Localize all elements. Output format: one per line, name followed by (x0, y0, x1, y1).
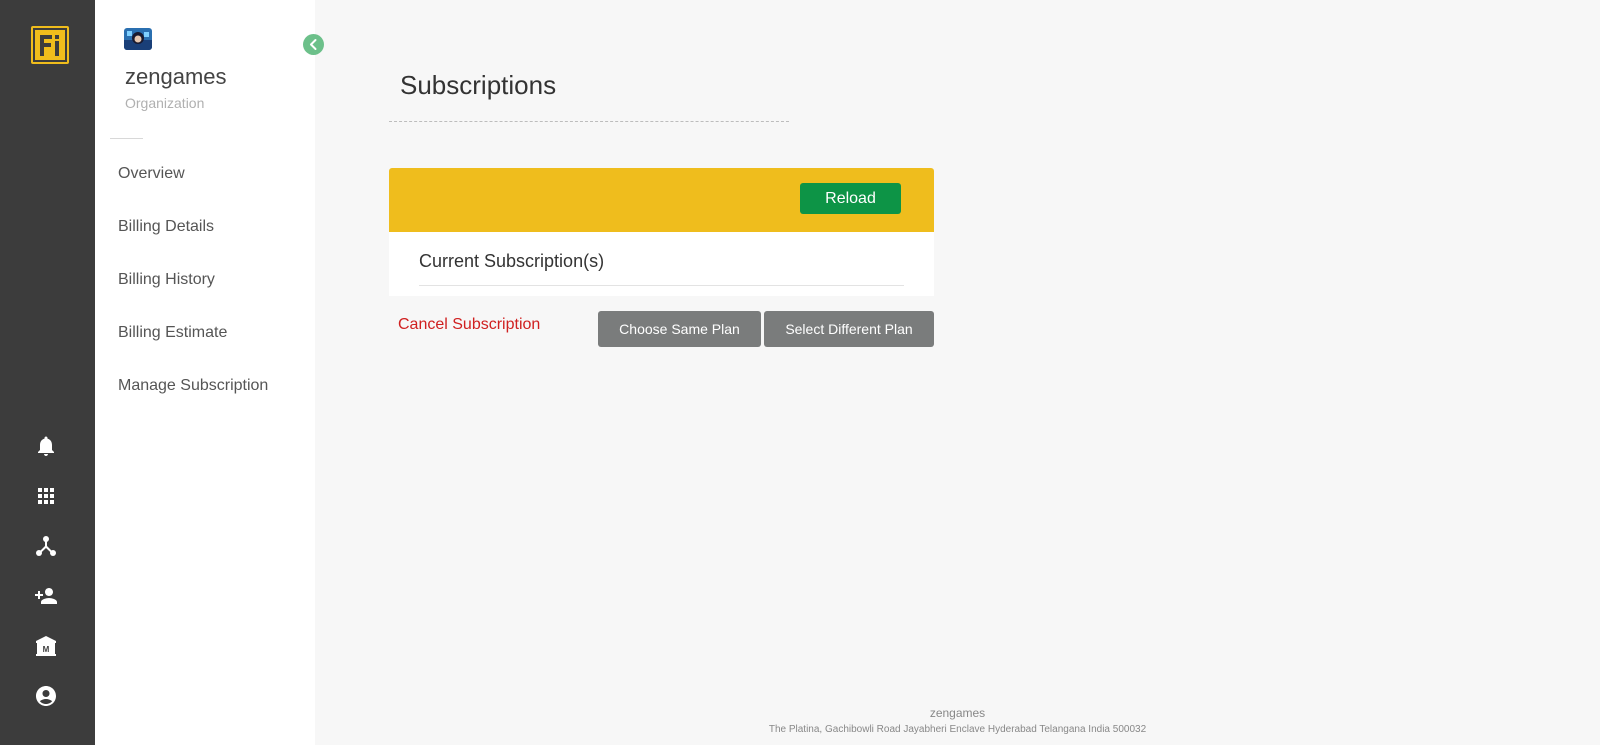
collapse-sidebar-button[interactable] (303, 34, 324, 55)
sidebar-item-manage-subscription[interactable]: Manage Subscription (118, 377, 268, 395)
org-type-label: Organization (125, 95, 205, 111)
sidebar-item-billing-details[interactable]: Billing Details (118, 218, 214, 236)
subscription-card: Reload Current Subscription(s) (389, 168, 934, 296)
card-divider (419, 285, 904, 286)
org-avatar (124, 28, 152, 50)
current-subscriptions-heading: Current Subscription(s) (419, 251, 605, 271)
reload-button[interactable]: Reload (800, 183, 901, 214)
fi-logo-mark (33, 28, 67, 62)
icon-rail: M (0, 0, 95, 745)
subscription-card-header: Reload (389, 168, 934, 232)
chevron-left-icon (310, 39, 317, 50)
bell-icon[interactable] (34, 434, 58, 458)
apps-grid-icon[interactable] (34, 484, 58, 508)
org-name: zengames (125, 64, 227, 89)
cancel-subscription-link[interactable]: Cancel Subscription (398, 316, 540, 334)
footer-address: The Platina, Gachibowli Road Jayabheri E… (768, 724, 1147, 735)
svg-text:M: M (43, 645, 50, 654)
person-add-icon[interactable] (34, 584, 58, 608)
page-title: Subscriptions (400, 70, 557, 100)
sidebar-item-billing-history[interactable]: Billing History (118, 271, 215, 289)
sidebar-divider (110, 138, 143, 139)
settings-sidebar: zengames Organization Overview Billing D… (95, 0, 315, 745)
hub-network-icon[interactable] (34, 534, 58, 558)
subscription-card-body: Current Subscription(s) (389, 232, 934, 296)
sidebar-item-billing-estimate[interactable]: Billing Estimate (118, 324, 227, 342)
select-different-plan-button[interactable]: Select Different Plan (764, 311, 934, 347)
footer-org-name: zengames (929, 706, 986, 720)
account-circle-icon[interactable] (34, 684, 58, 708)
choose-same-plan-button[interactable]: Choose Same Plan (598, 311, 761, 347)
bank-icon[interactable]: M (34, 634, 58, 658)
fi-logo[interactable] (31, 26, 69, 64)
sidebar-item-overview[interactable]: Overview (118, 165, 185, 183)
title-divider (389, 121, 789, 122)
